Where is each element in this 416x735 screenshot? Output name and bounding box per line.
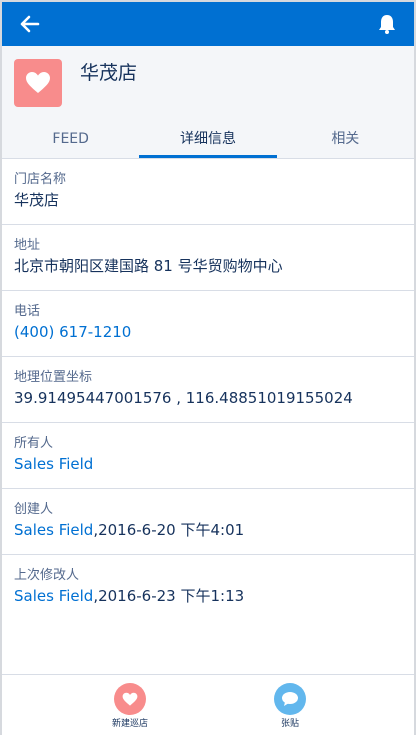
field-value: 北京市朝阳区建国路 81 号华贸购物中心	[14, 257, 283, 275]
field-value: Sales Field,2016-6-20 下午4:01	[14, 519, 402, 541]
field-store-name: 门店名称 华茂店	[2, 158, 414, 224]
chat-bubble-icon	[274, 683, 306, 715]
field-label: 地址	[14, 238, 41, 253]
bell-icon[interactable]	[376, 13, 398, 35]
created-by-link[interactable]: Sales Field	[14, 521, 93, 539]
tab-bar: FEED 详细信息 相关	[2, 120, 414, 158]
field-value: Sales Field,2016-6-23 下午1:13	[14, 585, 402, 607]
page-title: 华茂店	[80, 62, 138, 84]
field-label: 电话	[14, 304, 41, 319]
heart-icon	[14, 59, 62, 107]
modified-date: ,2016-6-23 下午1:13	[93, 587, 245, 605]
tab-related[interactable]: 相关	[277, 120, 414, 158]
field-owner: 所有人 Sales Field	[2, 422, 414, 488]
detail-fields: 门店名称 华茂店 地址 北京市朝阳区建国路 81 号华贸购物中心 电话 (400…	[2, 158, 414, 620]
field-value: 华茂店	[14, 191, 60, 209]
field-label: 地理位置坐标	[14, 370, 93, 385]
tab-feed[interactable]: FEED	[2, 120, 139, 158]
action-bar: 新建巡店 张贴	[2, 674, 414, 735]
field-label: 所有人	[14, 436, 54, 451]
arrow-left-icon[interactable]	[18, 13, 40, 35]
app-frame: 华茂店 FEED 详细信息 相关 门店名称 华茂店 地址 北京市朝阳区建国路 8…	[0, 0, 416, 735]
new-store-visit-button[interactable]: 新建巡店	[90, 683, 170, 730]
field-label: 上次修改人	[14, 568, 80, 583]
field-address: 地址 北京市朝阳区建国路 81 号华贸购物中心	[2, 224, 414, 290]
field-value: 39.91495447001576 , 116.48851019155024	[14, 389, 353, 407]
field-label: 门店名称	[14, 172, 67, 187]
action-label: 新建巡店	[111, 719, 148, 729]
phone-link[interactable]: (400) 617-1210	[14, 321, 402, 343]
field-label: 创建人	[14, 502, 54, 517]
owner-link[interactable]: Sales Field	[14, 453, 402, 475]
tab-details[interactable]: 详细信息	[139, 120, 277, 158]
created-date: ,2016-6-20 下午4:01	[93, 521, 245, 539]
field-created-by: 创建人 Sales Field,2016-6-20 下午4:01	[2, 488, 414, 554]
action-label: 张贴	[280, 719, 299, 729]
field-last-modified-by: 上次修改人 Sales Field,2016-6-23 下午1:13	[2, 554, 414, 620]
modified-by-link[interactable]: Sales Field	[14, 587, 93, 605]
heart-icon	[114, 683, 146, 715]
field-geolocation: 地理位置坐标 39.91495447001576 , 116.488510191…	[2, 356, 414, 422]
post-button[interactable]: 张贴	[250, 683, 330, 730]
top-navigation-bar	[2, 2, 414, 46]
field-phone: 电话 (400) 617-1210	[2, 290, 414, 356]
record-header: 华茂店 FEED 详细信息 相关	[2, 46, 414, 158]
